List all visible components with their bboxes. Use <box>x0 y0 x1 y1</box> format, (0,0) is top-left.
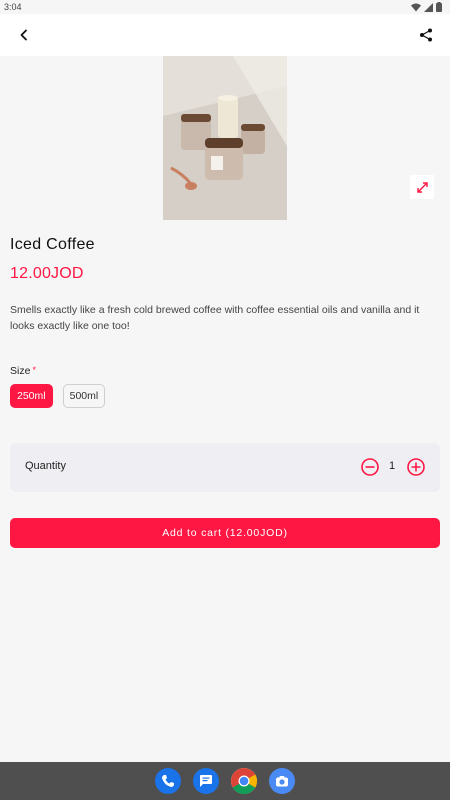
size-option-500ml[interactable]: 500ml <box>62 384 106 408</box>
status-icons <box>411 2 442 12</box>
phone-app[interactable] <box>155 768 181 794</box>
product-title: Iced Coffee <box>10 236 95 253</box>
add-to-cart-button[interactable]: Add to cart (12.00JOD) <box>10 518 440 548</box>
size-options: 250ml 500ml <box>10 384 106 408</box>
size-label-text: Size <box>10 365 31 377</box>
navigation-bar <box>0 762 450 800</box>
share-icon <box>420 28 432 42</box>
app-bar <box>0 14 450 56</box>
messages-app[interactable] <box>193 768 219 794</box>
product-photo <box>163 56 287 220</box>
status-time: 3:04 <box>4 2 22 12</box>
size-option-250ml[interactable]: 250ml <box>10 384 53 408</box>
minus-circle-icon <box>361 458 379 476</box>
expand-image-button[interactable] <box>410 175 434 199</box>
chrome-icon <box>231 768 257 794</box>
phone-icon <box>162 775 174 787</box>
product-price: 12.00JOD <box>10 265 84 282</box>
wifi-icon <box>411 3 421 11</box>
signal-icon <box>424 2 433 12</box>
share-button[interactable] <box>415 24 437 46</box>
decrease-quantity-button[interactable] <box>360 457 380 477</box>
messages-icon <box>200 775 212 787</box>
plus-circle-icon <box>407 458 425 476</box>
back-arrow-icon <box>20 29 27 41</box>
battery-icon <box>436 2 442 12</box>
expand-icon <box>416 181 428 193</box>
increase-quantity-button[interactable] <box>406 457 426 477</box>
app-dock <box>155 768 295 794</box>
camera-icon <box>276 776 288 787</box>
chrome-app[interactable] <box>231 768 257 794</box>
status-bar: 3:04 <box>0 0 450 14</box>
quantity-value: 1 <box>388 460 396 472</box>
product-image[interactable] <box>163 56 287 220</box>
camera-app[interactable] <box>269 768 295 794</box>
back-button[interactable] <box>13 24 35 46</box>
size-label: Size * <box>10 365 36 377</box>
quantity-card: Quantity 1 <box>10 443 440 492</box>
required-marker: * <box>32 365 36 375</box>
quantity-label: Quantity <box>25 460 66 472</box>
product-description: Smells exactly like a fresh cold brewed … <box>10 304 420 332</box>
